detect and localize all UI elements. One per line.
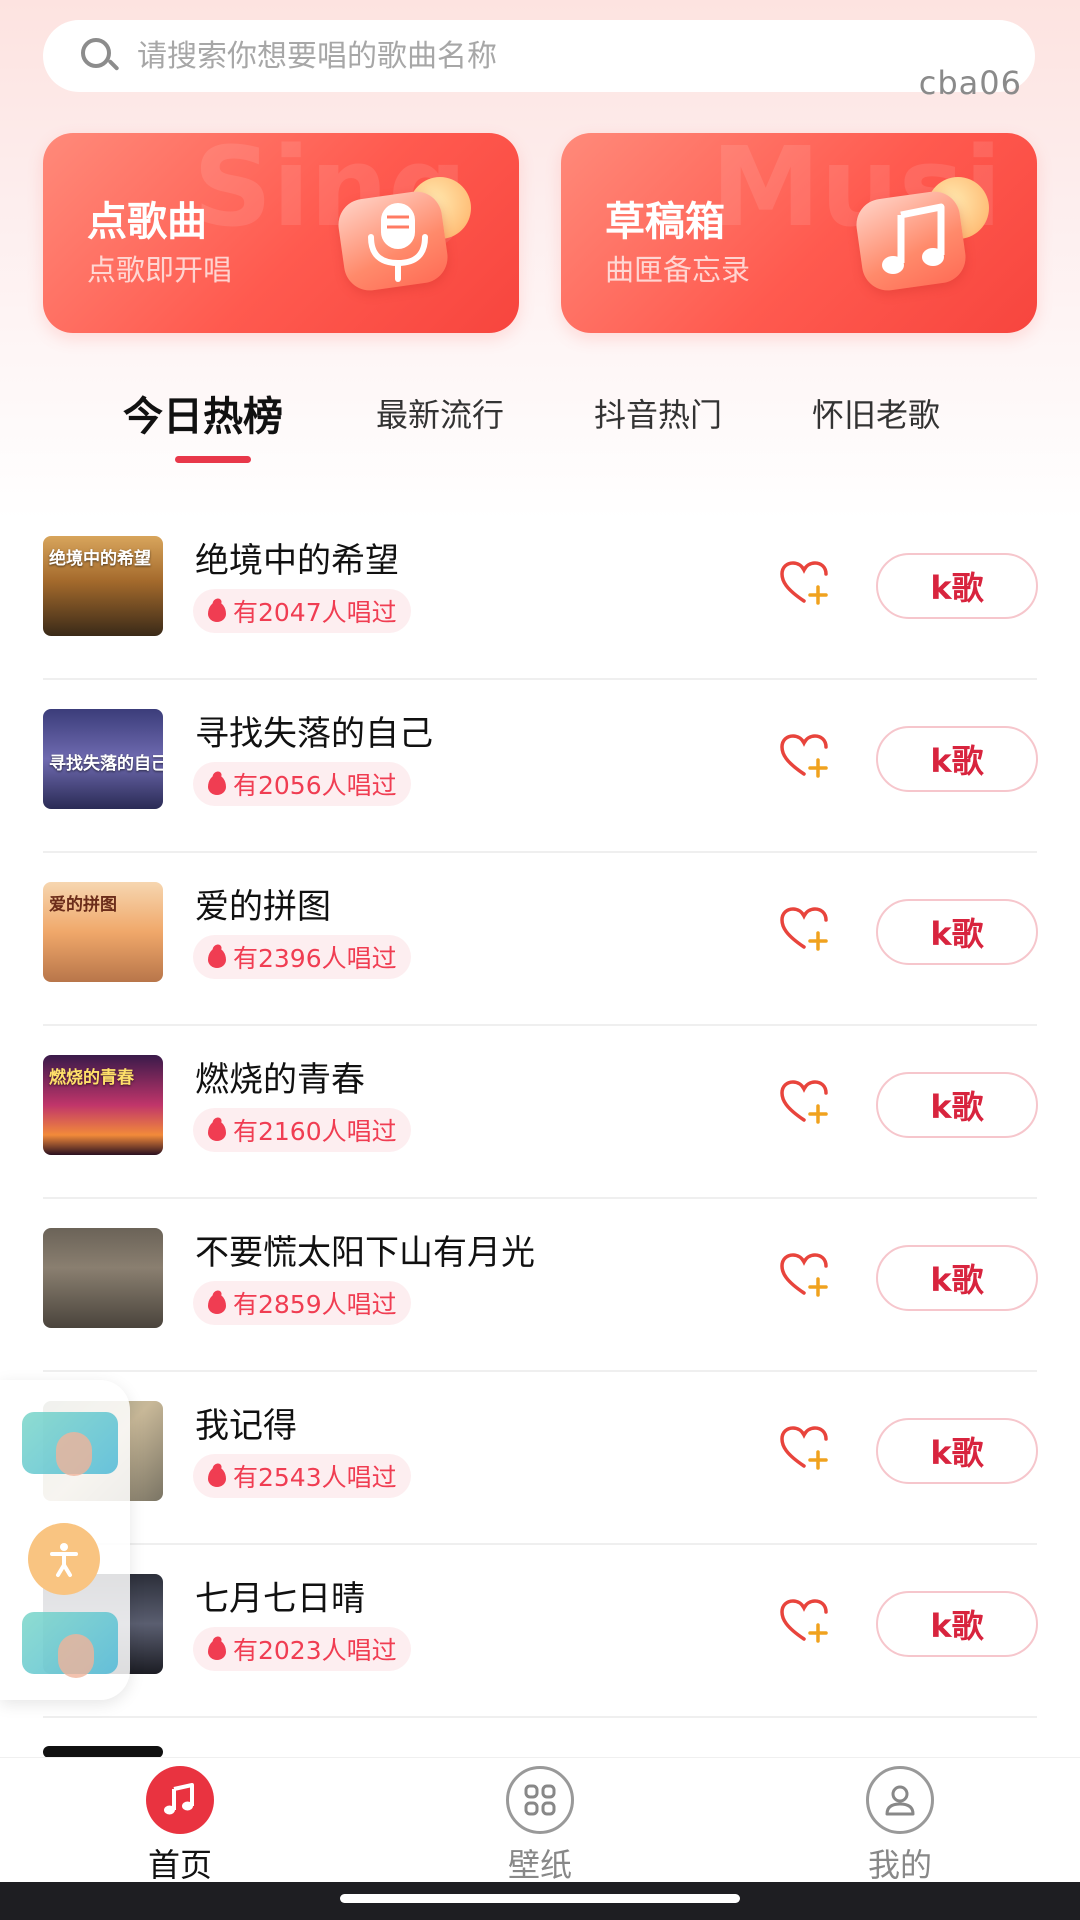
user-icon xyxy=(866,1766,934,1834)
song-cover: 爱的拼图 xyxy=(43,882,163,982)
flame-icon xyxy=(205,598,229,624)
microphone-icon xyxy=(331,177,471,297)
song-cover: 燃烧的青春 xyxy=(43,1055,163,1155)
list-item[interactable]: 七月七日晴 有2023人唱过 k歌 xyxy=(43,1545,1038,1718)
favorite-add-icon[interactable] xyxy=(778,559,830,607)
tap-finger-icon xyxy=(58,1634,94,1678)
watermark-text: cba06 xyxy=(918,64,1022,102)
song-cover: 寻找失落的自己 xyxy=(43,709,163,809)
accessibility-icon[interactable] xyxy=(28,1523,100,1595)
favorite-add-icon[interactable] xyxy=(778,1597,830,1645)
flame-icon xyxy=(205,944,229,970)
card-subtitle: 点歌即开唱 xyxy=(87,253,233,287)
tab-active-indicator xyxy=(175,456,251,463)
sing-count-badge: 有2396人唱过 xyxy=(193,935,411,979)
nav-label: 首页 xyxy=(147,1846,212,1884)
nav-profile[interactable]: 我的 xyxy=(800,1766,1000,1884)
list-item[interactable]: 寻找失落的自己 寻找失落的自己 有2056人唱过 k歌 xyxy=(43,680,1038,853)
sing-count-badge: 有2160人唱过 xyxy=(193,1108,411,1152)
flame-icon xyxy=(205,1463,229,1489)
sing-count-badge: 有2023人唱过 xyxy=(193,1627,411,1671)
song-title: 绝境中的希望 xyxy=(195,541,399,581)
music-note-icon xyxy=(146,1766,214,1834)
list-item xyxy=(43,1718,1037,1758)
nav-wallpaper[interactable]: 壁纸 xyxy=(440,1766,640,1884)
song-title: 我记得 xyxy=(195,1406,297,1446)
karaoke-button[interactable]: k歌 xyxy=(876,1072,1038,1138)
tab-latest-pop[interactable]: 最新流行 xyxy=(376,390,504,436)
song-title: 寻找失落的自己 xyxy=(195,714,433,754)
bottom-nav: 首页 壁纸 我的 xyxy=(0,1757,1080,1884)
favorite-add-icon[interactable] xyxy=(778,732,830,780)
tab-douyin-hot[interactable]: 抖音热门 xyxy=(594,390,722,436)
karaoke-button[interactable]: k歌 xyxy=(876,1245,1038,1311)
karaoke-button[interactable]: k歌 xyxy=(876,726,1038,792)
favorite-add-icon[interactable] xyxy=(778,1251,830,1299)
tab-nostalgic[interactable]: 怀旧老歌 xyxy=(812,390,940,436)
song-cover xyxy=(43,1228,163,1328)
song-title: 爱的拼图 xyxy=(195,887,331,927)
flame-icon xyxy=(205,1290,229,1316)
list-item[interactable]: 燃烧的青春 燃烧的青春 有2160人唱过 k歌 xyxy=(43,1026,1038,1199)
list-item[interactable]: 不要慌太阳下山有月光 有2859人唱过 k歌 xyxy=(43,1199,1038,1372)
list-item[interactable]: 爱的拼图 爱的拼图 有2396人唱过 k歌 xyxy=(43,853,1038,1026)
sing-count-badge: 有2543人唱过 xyxy=(193,1454,411,1498)
nav-label: 我的 xyxy=(867,1846,932,1884)
song-cover: 绝境中的希望 xyxy=(43,536,163,636)
card-title: 点歌曲 xyxy=(87,199,207,245)
card-subtitle: 曲匣备忘录 xyxy=(605,253,751,287)
favorite-add-icon[interactable] xyxy=(778,1424,830,1472)
card-title: 草稿箱 xyxy=(605,199,725,245)
nav-label: 壁纸 xyxy=(507,1846,572,1884)
nav-home[interactable]: 首页 xyxy=(80,1766,280,1884)
karaoke-button[interactable]: k歌 xyxy=(876,1418,1038,1484)
song-title: 不要慌太阳下山有月光 xyxy=(195,1233,535,1273)
favorite-add-icon[interactable] xyxy=(778,1078,830,1126)
tab-today-hot[interactable]: 今日热榜 xyxy=(123,384,283,442)
list-item[interactable]: 我记得 有2543人唱过 k歌 xyxy=(43,1372,1038,1545)
sing-count-badge: 有2859人唱过 xyxy=(193,1281,411,1325)
flame-icon xyxy=(205,771,229,797)
search-icon xyxy=(79,36,120,76)
song-title: 七月七日晴 xyxy=(195,1579,365,1619)
flame-icon xyxy=(205,1117,229,1143)
karaoke-button[interactable]: k歌 xyxy=(876,1591,1038,1657)
search-bar[interactable] xyxy=(43,20,1035,92)
list-item[interactable]: 绝境中的希望 绝境中的希望 有2047人唱过 k歌 xyxy=(43,507,1038,680)
karaoke-button[interactable]: k歌 xyxy=(876,899,1038,965)
grid-icon xyxy=(506,1766,574,1834)
category-tabs: 今日热榜 最新流行 抖音热门 怀旧老歌 xyxy=(0,390,1080,470)
favorite-add-icon[interactable] xyxy=(778,905,830,953)
flame-icon xyxy=(205,1636,229,1662)
karaoke-button[interactable]: k歌 xyxy=(876,553,1038,619)
search-input[interactable] xyxy=(137,38,897,74)
song-title: 燃烧的青春 xyxy=(195,1060,365,1100)
tap-finger-icon xyxy=(56,1432,92,1476)
floating-assist-widget[interactable] xyxy=(0,1380,130,1700)
music-note-icon xyxy=(849,177,989,297)
song-request-card[interactable]: Sing 点歌曲 点歌即开唱 xyxy=(43,133,519,333)
sing-count-badge: 有2056人唱过 xyxy=(193,762,411,806)
sing-count-badge: 有2047人唱过 xyxy=(193,589,411,633)
home-indicator[interactable] xyxy=(340,1894,740,1903)
drafts-card[interactable]: Musi 草稿箱 曲匣备忘录 xyxy=(561,133,1037,333)
system-gesture-bar xyxy=(0,1882,1080,1920)
